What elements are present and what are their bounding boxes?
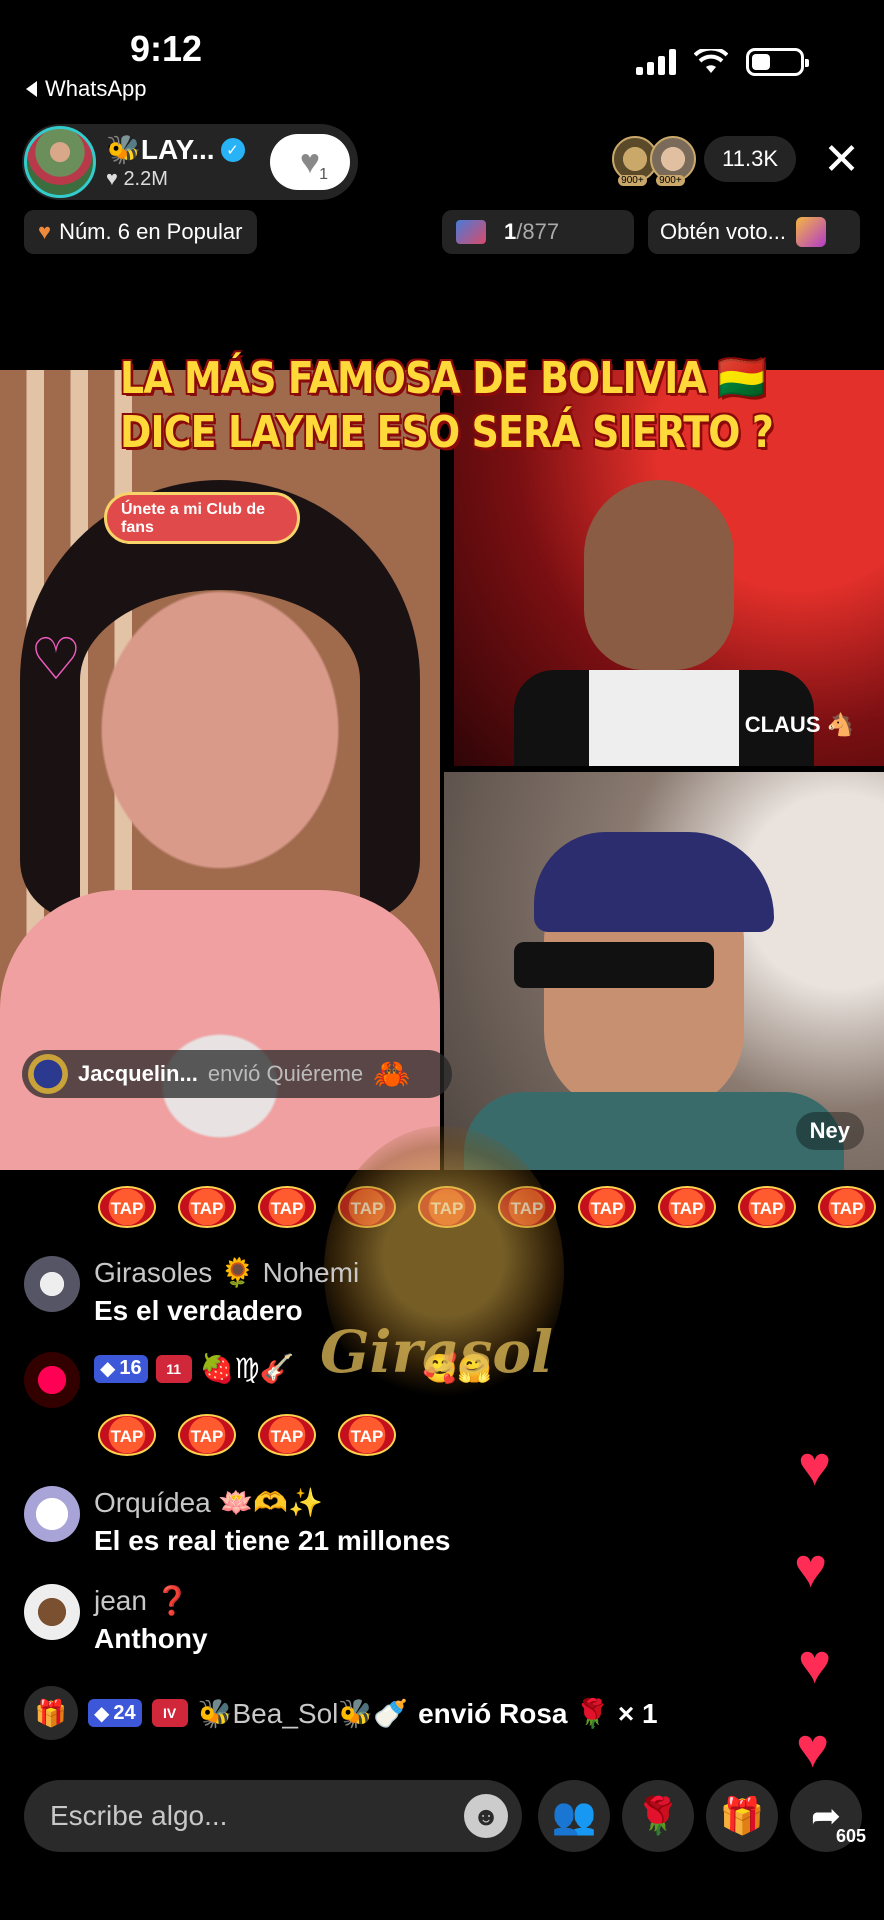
chat-message[interactable]: jean ❓ Anthony xyxy=(24,1584,208,1655)
chat-text: Anthony xyxy=(94,1623,208,1654)
headline-line-1: LA MÁS FAMOSA DE BOLIVIA 🇧🇴 xyxy=(120,353,765,404)
tap-icon: TAP xyxy=(178,1186,236,1228)
guest-head xyxy=(584,480,734,670)
tap-icon: TAP xyxy=(178,1414,236,1456)
tap-icon: TAP xyxy=(98,1186,156,1228)
watermark-text: Girasol xyxy=(320,1318,554,1386)
chat-username[interactable]: jean ❓ xyxy=(94,1584,208,1617)
fan-badge: IV xyxy=(151,1699,188,1727)
back-to-app-link[interactable]: WhatsApp xyxy=(26,76,147,102)
host-face xyxy=(40,520,400,940)
gift-quiereme-icon: 🦀 xyxy=(373,1057,411,1091)
gift-event-user[interactable]: 🐝Bea_Sol🐝🍼 xyxy=(198,1697,408,1730)
comment-input[interactable]: Escribe algo... ☻ xyxy=(24,1780,522,1852)
chat-message[interactable]: Girasoles 🌻 Nohemi Es el verdadero xyxy=(24,1256,359,1327)
back-app-label: WhatsApp xyxy=(45,76,147,101)
back-arrow-icon xyxy=(26,81,37,97)
tap-icon: TAP xyxy=(738,1186,796,1228)
status-time: 9:12 xyxy=(130,28,203,69)
gift-sender-avatar xyxy=(28,1054,68,1094)
guests-button[interactable]: 👥 xyxy=(538,1780,610,1852)
chat-avatar[interactable] xyxy=(24,1486,80,1542)
floating-heart-icon: ♥ xyxy=(796,1716,830,1779)
gift-button[interactable]: 🎁 xyxy=(706,1780,778,1852)
viewer-avatar[interactable]: 900+ xyxy=(650,136,697,186)
chat-text: El es real tiene 21 millones xyxy=(94,1525,451,1556)
follow-button[interactable]: ♥ 1 xyxy=(270,134,350,190)
headline-overlay: LA MÁS FAMOSA DE BOLIVIA 🇧🇴 DICE LAYME E… xyxy=(120,352,774,460)
verified-icon: ✓ xyxy=(220,137,245,162)
chat-username[interactable]: Girasoles 🌻 Nohemi xyxy=(94,1256,359,1289)
quest-progress[interactable]: 1/877 xyxy=(442,210,634,254)
chat-emoji-badges: 🍓♍🎸 xyxy=(199,1353,295,1384)
guest-name-ney: Ney xyxy=(795,1112,864,1150)
level-badge: ◆ 24 xyxy=(88,1699,142,1727)
tap-icon: TAP xyxy=(818,1186,876,1228)
chat-message[interactable]: Orquídea 🪷🫶✨ El es real tiene 21 millone… xyxy=(24,1486,450,1557)
level-badge: ◆ 16 xyxy=(94,1354,148,1383)
host-name: 🐝LAY... xyxy=(106,134,215,165)
fan-badge: 11 xyxy=(155,1354,192,1383)
vote-label: Obtén voto... xyxy=(660,219,786,244)
rose-gift-button[interactable]: 🌹 xyxy=(622,1780,694,1852)
guest-sunglasses xyxy=(514,942,714,988)
quest-total: /877 xyxy=(516,219,560,244)
host-info[interactable]: 🐝LAY... ✓ ♥ 2.2M ♥ 1 xyxy=(22,124,358,200)
gift-action: envió Quiéreme xyxy=(207,1061,364,1086)
chat-username[interactable]: Orquídea 🪷🫶✨ xyxy=(94,1486,450,1519)
vote-icon xyxy=(795,217,826,247)
floating-heart-icon: ♥ xyxy=(798,1632,832,1695)
viewers[interactable]: 900+ 900+ 11.3K xyxy=(612,136,796,186)
gift-event[interactable]: 🎁 ◆ 24 IV 🐝Bea_Sol🐝🍼 envió Rosa 🌹 × 1 xyxy=(24,1686,658,1740)
rose-icon: 🌹 xyxy=(635,1795,681,1836)
chat-avatar[interactable] xyxy=(24,1352,80,1408)
guest-video-ney[interactable] xyxy=(444,772,884,1170)
status-icons xyxy=(636,48,809,76)
gift-box-icon[interactable]: 🎁 xyxy=(24,1686,78,1740)
quest-current: 1 xyxy=(504,219,517,244)
quest-icon xyxy=(456,220,486,244)
wifi-icon xyxy=(694,49,728,73)
tap-icon: TAP xyxy=(338,1414,396,1456)
guest-name-claus: CLAUS 🐴 xyxy=(744,712,854,737)
guest-hoodie xyxy=(464,1092,844,1170)
host-sweater xyxy=(0,890,440,1170)
tap-icon: TAP xyxy=(98,1414,156,1456)
battery-icon xyxy=(746,48,809,76)
host-avatar[interactable] xyxy=(24,126,96,198)
chat-avatar[interactable] xyxy=(24,1256,80,1312)
floating-heart-icon: ♥ xyxy=(798,1434,832,1497)
cellular-signal-icon xyxy=(636,49,676,75)
ranking-badge[interactable]: ♥ Núm. 6 en Popular xyxy=(24,210,257,254)
heart-icon: ♥ xyxy=(299,142,321,181)
fan-club-button[interactable]: Únete a mi Club de fans xyxy=(104,492,300,544)
tap-icon: TAP xyxy=(258,1186,316,1228)
tap-icon: TAP xyxy=(258,1414,316,1456)
people-icon: 👥 xyxy=(551,1795,597,1836)
pink-heart-sticker-icon: ♡ xyxy=(30,627,82,692)
vote-button[interactable]: Obtén voto... xyxy=(648,210,860,254)
floating-heart-icon: ♥ xyxy=(794,1536,828,1599)
tap-row-small: TAP TAP TAP TAP xyxy=(98,1414,396,1456)
emoji-icon[interactable]: ☻ xyxy=(464,1794,508,1838)
ranking-label: Núm. 6 en Popular xyxy=(59,219,243,244)
gift-sender-name: Jacquelin... xyxy=(78,1061,198,1086)
follow-count: 1 xyxy=(319,166,328,183)
viewer-count[interactable]: 11.3K xyxy=(704,136,796,182)
gift-icon: 🎁 xyxy=(719,1795,765,1836)
guest-cap xyxy=(534,832,774,932)
host-likes: ♥ 2.2M xyxy=(106,168,168,190)
close-icon[interactable]: ✕ xyxy=(823,138,860,182)
share-count: 605 xyxy=(835,1826,866,1846)
tap-icon: TAP xyxy=(578,1186,636,1228)
tap-icon: TAP xyxy=(658,1186,716,1228)
headline-line-2: DICE LAYME ESO SERÁ SIERTO ? xyxy=(120,407,774,458)
gift-event-action: envió Rosa 🌹 × 1 xyxy=(418,1697,658,1729)
gift-toast: Jacquelin... envió Quiéreme 🦀 xyxy=(22,1050,452,1098)
chat-avatar[interactable] xyxy=(24,1584,80,1640)
comment-placeholder: Escribe algo... xyxy=(50,1800,228,1831)
ranking-heart-icon: ♥ xyxy=(38,219,52,244)
